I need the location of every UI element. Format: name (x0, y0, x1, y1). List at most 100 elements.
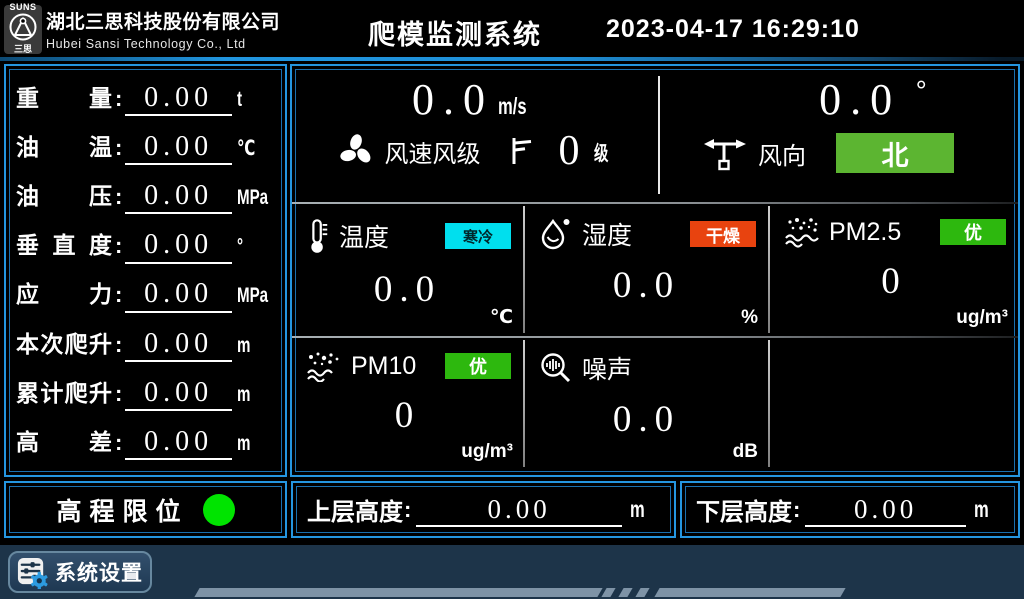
measure-row-weight: 重量: 0.00 t (16, 79, 275, 118)
sensor-label: PM2.5 (829, 218, 901, 247)
measure-unit: m (237, 432, 250, 456)
measure-label: 垂直度 (16, 226, 112, 260)
wind-direction-section: 0.0 ° 风向 北 (662, 66, 1014, 202)
wind-level-unit: 级 (594, 137, 608, 166)
wind-speed-unit: m/s (498, 93, 527, 120)
measure-value: 0.00 (125, 278, 232, 312)
lower-height-box: 下层高度: 0.00 m (680, 481, 1020, 538)
measure-unit: ℃ (237, 136, 255, 161)
settings-sliders-gear-icon (16, 556, 49, 589)
measure-label: 油温 (16, 128, 112, 162)
company-name: 湖北三思科技股份有限公司 Hubei Sansi Technology Co.,… (46, 7, 280, 51)
upper-height-value: 0.00 (416, 495, 622, 527)
company-name-en: Hubei Sansi Technology Co., Ltd (46, 37, 280, 51)
sensor-label: 湿度 (582, 216, 632, 252)
measure-label: 油压 (16, 177, 112, 211)
pm10-particles-icon (306, 350, 342, 382)
sensor-unit: ug/m³ (956, 307, 1008, 329)
lower-height-unit: m (974, 496, 989, 523)
measure-unit: t (237, 88, 242, 112)
measure-value: 0.00 (125, 229, 232, 263)
measure-value: 0.00 (125, 328, 232, 362)
wind-level-value: 0 (559, 127, 580, 175)
measure-row-oil-temp: 油温: 0.00 ℃ (16, 128, 275, 167)
sensor-label: 噪声 (582, 350, 632, 386)
taskbar-decor-stripe (654, 588, 845, 597)
elevation-limit-box: 高程限位 (4, 481, 287, 538)
wind-vane-icon (702, 135, 748, 171)
sensor-panel-noise: 噪声 0.0 dB (525, 338, 768, 469)
wind-compass-indicator: 北 (836, 133, 954, 173)
measure-label: 本次爬升 (16, 325, 112, 359)
elevation-limit-status-light (203, 494, 235, 526)
temperature-status-badge: 寒冷 (445, 223, 511, 249)
sensor-value: 0.0 (292, 268, 523, 311)
grid-divider-vertical (768, 340, 770, 467)
lower-height-value: 0.00 (805, 495, 966, 527)
pm10-status-badge: 优 (445, 353, 511, 379)
wind-section-divider (658, 76, 660, 194)
measurements-sidebar: 重量: 0.00 t 油温: 0.00 ℃ 油压: 0.00 MPa 垂直度: … (4, 64, 287, 477)
page-title: 爬模监测系统 (340, 13, 570, 52)
wind-direction-value: 0.0 (819, 75, 901, 124)
settings-button-label: 系统设置 (55, 557, 143, 587)
measure-row-current-climb: 本次爬升: 0.00 m (16, 325, 275, 364)
measure-row-oil-pressure: 油压: 0.00 MPa (16, 177, 275, 216)
measure-row-total-climb: 累计爬升: 0.00 m (16, 374, 275, 413)
company-name-cn: 湖北三思科技股份有限公司 (46, 7, 280, 34)
measure-row-verticality: 垂直度: 0.00 ° (16, 226, 275, 265)
taskbar-decor-stripe (194, 588, 602, 597)
taskbar-decor-slash (601, 588, 615, 597)
measure-label: 重量 (16, 79, 112, 113)
humidity-status-badge: 干燥 (690, 221, 756, 247)
measure-label: 应力 (16, 275, 112, 309)
taskbar-decor-slash (618, 588, 632, 597)
upper-height-unit: m (630, 496, 645, 523)
measure-unit: MPa (237, 284, 268, 308)
sansi-logo-icon (8, 12, 38, 42)
sensor-unit: % (741, 307, 758, 329)
header-divider (0, 57, 1024, 61)
measure-value: 0.00 (125, 180, 232, 214)
taskbar: 系统设置 (0, 545, 1024, 599)
elevation-limit-label: 高程限位 (56, 492, 188, 528)
thermometer-icon (306, 216, 330, 256)
sensor-unit: ℃ (490, 306, 513, 329)
sensor-panel-pm25: PM2.5 优 0 ug/m³ (770, 204, 1018, 335)
sensor-value: 0 (292, 394, 523, 437)
upper-height-box: 上层高度: 0.00 m (291, 481, 676, 538)
wind-speed-label: 风速风级 (385, 134, 481, 169)
measure-label: 高差 (16, 423, 112, 457)
wind-level-flag-icon (509, 135, 535, 167)
measure-row-height-diff: 高差: 0.00 m (16, 423, 275, 462)
sensor-label: 温度 (339, 218, 389, 254)
logo-brand-top: SUNS (5, 3, 41, 12)
datetime-display: 2023-04-17 16:29:10 (606, 15, 860, 44)
sensor-unit: dB (733, 441, 758, 463)
pm25-particles-icon (784, 216, 820, 248)
sensor-panel-temperature: 温度 寒冷 0.0 ℃ (292, 204, 523, 335)
sensor-value: 0.0 (525, 264, 768, 307)
measure-label: 累计爬升 (16, 374, 112, 408)
sensor-label: PM10 (351, 352, 416, 381)
wind-direction-unit: ° (916, 75, 927, 106)
system-settings-button[interactable]: 系统设置 (8, 551, 152, 593)
company-logo: SUNS 三思 (5, 3, 41, 57)
measure-unit: m (237, 334, 250, 358)
wind-speed-value: 0.0 (412, 75, 494, 124)
measure-value: 0.00 (125, 377, 232, 411)
sensor-panel-pm10: PM10 优 0 ug/m³ (292, 338, 523, 469)
logo-brand-bottom: 三思 (5, 45, 41, 54)
fan-icon (337, 132, 375, 170)
monitoring-screen: SUNS 三思 湖北三思科技股份有限公司 Hubei Sansi Technol… (0, 0, 1024, 599)
sensor-unit: ug/m³ (461, 441, 513, 463)
lower-height-label: 下层高度 (696, 492, 792, 527)
measure-unit: m (237, 383, 250, 407)
wind-direction-label: 风向 (758, 136, 806, 171)
measure-unit: MPa (237, 186, 268, 210)
sensor-panel-humidity: 湿度 干燥 0.0 % (525, 204, 768, 335)
humidity-drop-icon (539, 216, 573, 252)
environment-panel: 0.0 m/s 风速风级 (290, 64, 1020, 477)
taskbar-decor-slash (635, 588, 649, 597)
measure-value: 0.00 (125, 131, 232, 165)
